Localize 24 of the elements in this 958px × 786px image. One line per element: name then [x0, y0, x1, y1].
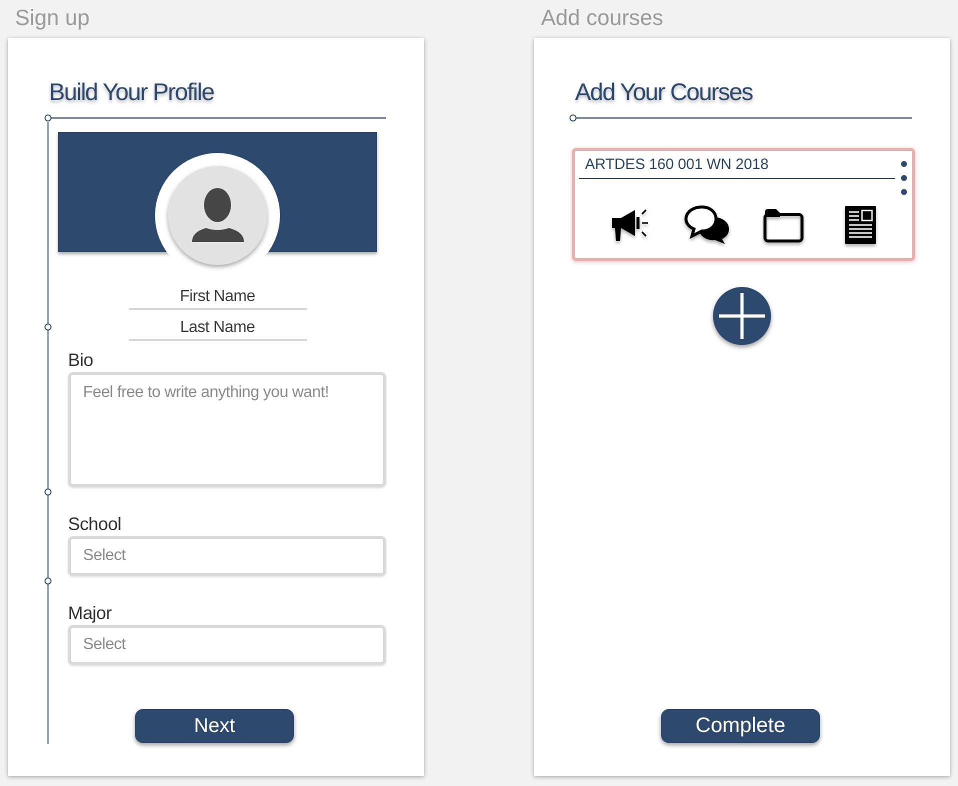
field-label: Major [68, 602, 112, 624]
field-label: Bio [68, 349, 94, 371]
next-button[interactable]: Next [135, 709, 294, 743]
course-card[interactable]: ARTDES 160 001 WN 2018 [572, 148, 915, 261]
folder-icon[interactable] [763, 206, 804, 242]
text-area[interactable]: Feel free to write anything you want! [68, 372, 386, 487]
person-icon[interactable] [168, 166, 267, 265]
megaphone-icon[interactable] [610, 208, 648, 242]
name-field[interactable]: Last Name [128, 316, 306, 341]
field-label: School [68, 513, 122, 535]
complete-button[interactable]: Complete [661, 709, 820, 743]
add-button[interactable] [713, 287, 771, 345]
screen-label: Sign up [15, 4, 90, 31]
name-field[interactable]: First Name [128, 285, 306, 310]
speech-bubbles-icon[interactable] [684, 204, 730, 244]
screen-label: Add courses [541, 4, 664, 31]
select-field[interactable]: Select [68, 625, 386, 665]
select-field[interactable]: Select [68, 536, 386, 576]
course-title: ARTDES 160 001 WN 2018 [579, 151, 895, 179]
plus-icon [719, 293, 765, 339]
newspaper-icon[interactable] [845, 206, 876, 244]
page-title: Build Your Profile [49, 78, 214, 108]
page-title: Add Your Courses [575, 78, 752, 108]
more-options-icon[interactable] [900, 160, 908, 196]
